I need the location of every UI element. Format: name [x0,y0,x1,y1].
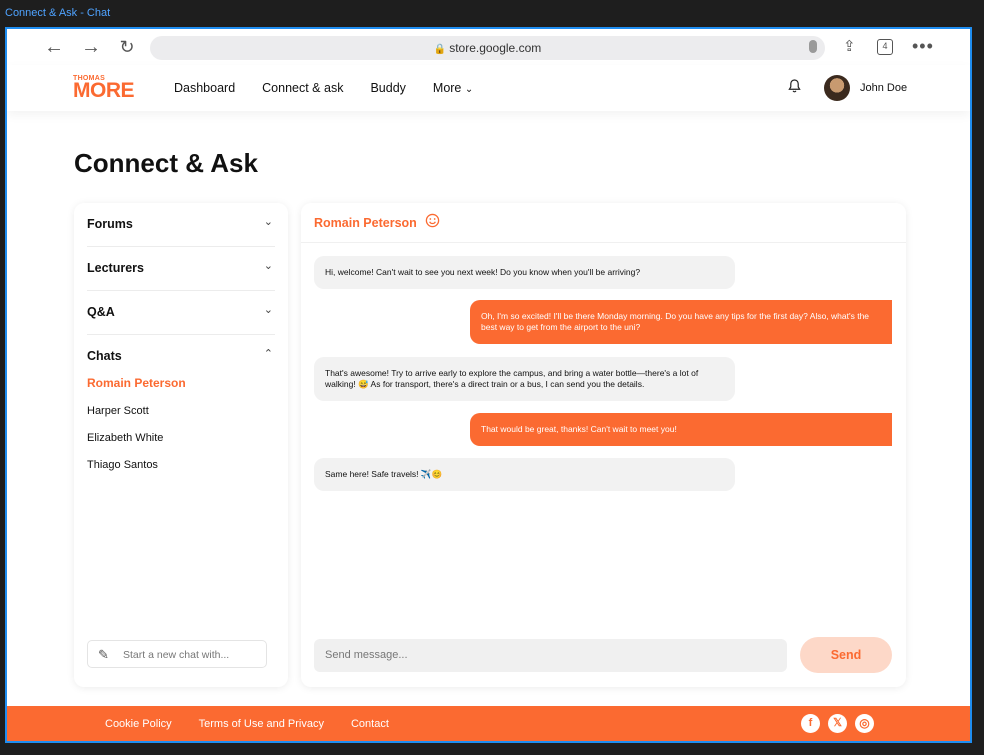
share-icon[interactable]: ⇪ [843,37,856,55]
send-button[interactable]: Send [800,637,892,673]
main-nav: Dashboard Connect & ask Buddy More ⌄ [174,81,500,95]
chat-contact-name[interactable]: Romain Peterson [314,216,417,230]
message-outgoing: Oh, I'm so excited! I'll be there Monday… [470,300,892,344]
footer-link-contact[interactable]: Contact [351,718,389,730]
chevron-down-icon: ⌄ [263,260,273,272]
page-title: Connect & Ask [74,148,258,178]
nav-connect-ask[interactable]: Connect & ask [262,81,343,95]
browser-window: ← → ↻ 🔒 store.google.com ⇪ 4 ••• THOMAS M… [5,27,972,743]
chat-item-romain-peterson[interactable]: Romain Peterson [87,376,186,390]
facebook-icon[interactable]: f [801,714,820,733]
footer: Cookie Policy Terms of Use and Privacy C… [7,706,970,741]
logo[interactable]: THOMAS MORE [73,75,143,101]
more-options-icon[interactable]: ••• [912,36,934,57]
lock-icon: 🔒 [433,44,447,55]
sidebar-section-lecturers[interactable]: Lecturers ⌄ [87,247,275,291]
sidebar: Forums ⌄ Lecturers ⌄ Q&A ⌄ Chats ⌃ Romai… [74,203,288,687]
window-title: Connect & Ask - Chat [5,7,111,19]
sidebar-section-forums[interactable]: Forums ⌄ [87,203,275,247]
message-outgoing: That would be great, thanks! Can't wait … [470,413,892,446]
back-icon[interactable]: ← [43,37,65,57]
chevron-down-icon: ⌄ [263,216,273,228]
new-chat-input[interactable]: ✎ Start a new chat with... [87,640,267,668]
tabs-button[interactable]: 4 [877,39,893,55]
footer-links: Cookie Policy Terms of Use and Privacy C… [105,718,416,730]
sidebar-section-qa[interactable]: Q&A ⌄ [87,291,275,335]
chat-panel: Romain Peterson Hi, welcome! Can't wait … [301,203,906,687]
avatar[interactable] [824,75,850,101]
x-icon[interactable]: 𝕏 [828,714,847,733]
address-bar[interactable]: 🔒 store.google.com [150,36,825,60]
chat-item-elizabeth-white[interactable]: Elizabeth White [87,432,163,444]
message-input[interactable]: Send message... [314,639,787,672]
sidebar-section-chats[interactable]: Chats ⌃ [87,335,275,379]
footer-link-cookie-policy[interactable]: Cookie Policy [105,718,172,730]
forward-icon[interactable]: → [80,37,102,57]
message-incoming: That's awesome! Try to arrive early to e… [314,357,735,401]
chevron-down-icon: ⌄ [263,304,273,316]
reload-icon[interactable]: ↻ [116,37,138,57]
message-incoming: Same here! Safe travels! ✈️😊 [314,458,735,491]
chat-item-thiago-santos[interactable]: Thiago Santos [87,459,158,471]
nav-more[interactable]: More ⌄ [433,81,473,95]
chevron-up-icon: ⌃ [263,348,273,360]
nav-dashboard[interactable]: Dashboard [174,81,235,95]
site-header: THOMAS MORE Dashboard Connect & ask Budd… [7,65,970,111]
chevron-down-icon: ⌄ [464,84,474,95]
chat-header: Romain Peterson [301,203,906,243]
chat-item-harper-scott[interactable]: Harper Scott [87,405,149,417]
bell-icon[interactable] [788,78,801,94]
instagram-icon[interactable]: ◎ [855,714,874,733]
mic-icon[interactable] [809,40,817,53]
url-text: store.google.com [449,41,542,55]
message-incoming: Hi, welcome! Can't wait to see you next … [314,256,735,289]
pencil-icon: ✎ [98,647,109,662]
browser-toolbar: ← → ↻ 🔒 store.google.com ⇪ 4 ••• [7,29,970,65]
footer-link-terms[interactable]: Terms of Use and Privacy [199,718,324,730]
nav-buddy[interactable]: Buddy [370,81,405,95]
user-name[interactable]: John Doe [860,82,907,94]
smiley-icon[interactable] [425,213,440,228]
